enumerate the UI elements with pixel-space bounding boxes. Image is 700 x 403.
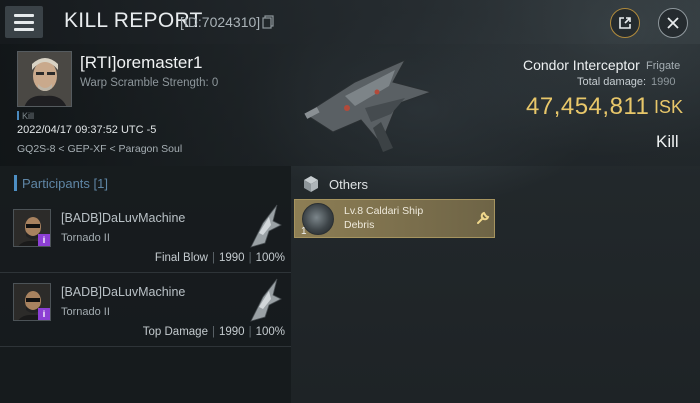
kill-tag-label: Kill bbox=[22, 111, 35, 121]
participant-damage: 1990 bbox=[218, 326, 245, 338]
participant-percent: 100% bbox=[255, 326, 285, 338]
dropped-item[interactable]: 1 Lv.8 Caldari Ship Debris bbox=[294, 199, 495, 238]
victim-ship-name[interactable]: Condor Interceptor bbox=[523, 57, 640, 73]
kill-status: Kill bbox=[656, 132, 679, 151]
cube-icon bbox=[304, 176, 318, 192]
menu-icon bbox=[14, 13, 34, 17]
participant-avatar[interactable]: i bbox=[13, 209, 51, 247]
participants-title: Participants [1] bbox=[22, 176, 108, 191]
share-icon bbox=[619, 17, 631, 29]
participant-name[interactable]: [BADB]DaLuvMachine bbox=[61, 285, 185, 299]
share-button[interactable] bbox=[610, 8, 640, 38]
close-button[interactable] bbox=[658, 8, 688, 38]
kill-timestamp: 2022/04/17 09:37:52 UTC -5 bbox=[17, 124, 157, 136]
participant-name[interactable]: [BADB]DaLuvMachine bbox=[61, 211, 185, 225]
wrench-icon bbox=[477, 211, 490, 224]
close-icon bbox=[667, 17, 679, 29]
kill-location[interactable]: GQ2S-8 < GEP-XF < Paragon Soul bbox=[17, 143, 182, 155]
others-title: Others bbox=[329, 177, 369, 192]
item-name: Lv.8 Caldari Ship Debris bbox=[344, 205, 424, 231]
participant-ship-image bbox=[250, 204, 282, 248]
participant-ship-image bbox=[250, 278, 282, 322]
participant-badge: i bbox=[38, 308, 50, 320]
victim-panel: [RTI]oremaster1 Warp Scramble Strength: … bbox=[0, 44, 700, 166]
kill-tag: Kill bbox=[17, 111, 34, 121]
total-damage-label: Total damage: bbox=[577, 76, 647, 88]
isk-unit: ISK bbox=[654, 97, 684, 117]
isk-value: 47,454,811 bbox=[526, 93, 650, 120]
participant-row[interactable]: i [BADB]DaLuvMachine Tornado II Top Dama… bbox=[0, 273, 291, 347]
menu-icon bbox=[14, 20, 34, 24]
victim-ship-image bbox=[304, 58, 433, 152]
participant-ship: Tornado II bbox=[61, 306, 110, 318]
participant-ship: Tornado II bbox=[61, 232, 110, 244]
participant-role: Final Blow bbox=[154, 252, 208, 264]
item-quantity: 1 bbox=[301, 226, 307, 237]
kill-id: [ID:7024310] bbox=[180, 14, 261, 30]
participant-row[interactable]: i [BADB]DaLuvMachine Tornado II Final Bl… bbox=[0, 199, 291, 273]
participant-avatar[interactable]: i bbox=[13, 283, 51, 321]
participant-percent: 100% bbox=[255, 252, 285, 264]
participant-stats: Top Damage | 1990 | 100% bbox=[142, 326, 285, 338]
total-damage-value: 1990 bbox=[651, 76, 676, 88]
victim-ship-class: Frigate bbox=[646, 60, 681, 72]
header-bar: KILL REPORT [ID:7024310] bbox=[0, 0, 700, 44]
participants-panel: Participants [1] i [BADB]DaLuvMachine To… bbox=[0, 166, 291, 403]
warp-scramble-strength: Warp Scramble Strength: 0 bbox=[80, 77, 219, 89]
participants-header: Participants [1] bbox=[0, 166, 291, 200]
participant-badge: i bbox=[38, 234, 50, 246]
participant-damage: 1990 bbox=[218, 252, 245, 264]
participant-stats: Final Blow | 1990 | 100% bbox=[154, 252, 285, 264]
victim-avatar[interactable] bbox=[17, 51, 72, 107]
victim-name[interactable]: [RTI]oremaster1 bbox=[80, 53, 203, 73]
menu-button[interactable] bbox=[5, 6, 43, 38]
menu-icon bbox=[14, 27, 34, 31]
participants-accent-bar bbox=[14, 175, 17, 191]
participant-role: Top Damage bbox=[142, 326, 208, 338]
copy-icon[interactable] bbox=[262, 15, 274, 29]
portrait-image bbox=[18, 52, 71, 106]
